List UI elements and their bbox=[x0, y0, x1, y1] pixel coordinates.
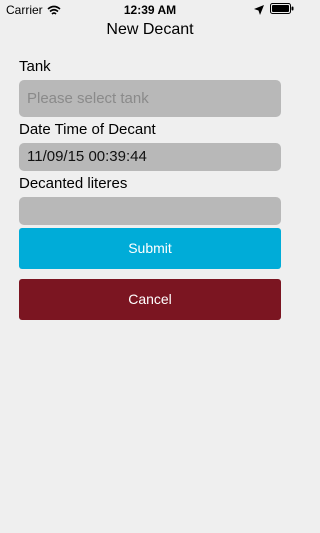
decant-form: Tank Please select tank Date Time of Dec… bbox=[19, 58, 281, 320]
liters-input[interactable] bbox=[19, 197, 281, 225]
submit-button[interactable]: Submit bbox=[19, 228, 281, 269]
datetime-label: Date Time of Decant bbox=[19, 121, 156, 138]
tank-select-placeholder: Please select tank bbox=[27, 90, 149, 107]
battery-icon bbox=[270, 3, 294, 14]
tank-label: Tank bbox=[19, 58, 51, 75]
status-right bbox=[254, 3, 294, 15]
page-title: New Decant bbox=[106, 21, 194, 38]
cancel-button[interactable]: Cancel bbox=[19, 279, 281, 320]
liters-label: Decanted literes bbox=[19, 175, 128, 192]
datetime-field[interactable]: 11/09/15 00:39:44 bbox=[19, 143, 281, 171]
navigation-bar: New Decant bbox=[0, 20, 300, 44]
tank-select[interactable]: Please select tank bbox=[19, 80, 281, 117]
status-bar: Carrier 12:39 AM bbox=[0, 0, 300, 20]
location-arrow-icon bbox=[254, 4, 264, 15]
